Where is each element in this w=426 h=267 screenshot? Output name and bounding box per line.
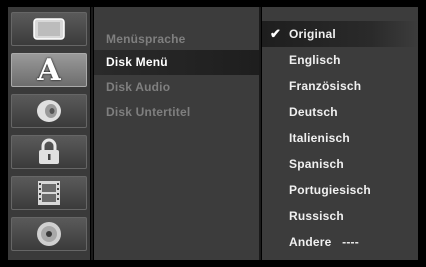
display-category-button[interactable] (11, 12, 87, 46)
lock-category-button[interactable] (11, 135, 87, 169)
option-portugiesisch[interactable]: Portugiesisch (262, 177, 418, 203)
menu-item-disk-audio[interactable]: Disk Audio (94, 75, 259, 100)
disc-icon (37, 222, 61, 246)
option-franzosisch[interactable]: Französisch (262, 73, 418, 99)
film-icon (38, 181, 60, 205)
language-menu-list: Menüsprache Disk Menü Disk Audio Disk Un… (94, 7, 259, 260)
language-category-button[interactable]: A (11, 52, 87, 88)
tv-screen-icon (33, 18, 65, 40)
option-spanisch[interactable]: Spanisch (262, 151, 418, 177)
option-italienisch[interactable]: Italienisch (262, 125, 418, 151)
language-a-icon: A (37, 52, 61, 88)
column-divider (91, 7, 93, 260)
lock-icon (39, 138, 59, 164)
menu-item-disk-menu[interactable]: Disk Menü (94, 50, 259, 75)
other-category-button[interactable] (11, 176, 87, 210)
speaker-icon (37, 100, 61, 122)
disc-category-button[interactable] (11, 217, 87, 251)
option-deutsch[interactable]: Deutsch (262, 99, 418, 125)
category-icon-column: A (8, 7, 90, 260)
option-andere[interactable]: Andere ---- (262, 229, 418, 255)
option-label: Original (289, 27, 336, 41)
language-option-list: ✔ Original Englisch Französisch Deutsch … (262, 7, 418, 260)
menu-item-menusprache[interactable]: Menüsprache (94, 27, 259, 52)
column-divider (259, 7, 261, 260)
audio-category-button[interactable] (11, 94, 87, 128)
option-original[interactable]: ✔ Original (262, 21, 418, 47)
menu-item-disk-untertitel[interactable]: Disk Untertitel (94, 100, 259, 125)
option-russisch[interactable]: Russisch (262, 203, 418, 229)
option-englisch[interactable]: Englisch (262, 47, 418, 73)
checkmark-icon: ✔ (270, 26, 282, 41)
setup-menu-screen: A Menüsprache Disk Menü Disk Audio Disk … (0, 0, 426, 267)
